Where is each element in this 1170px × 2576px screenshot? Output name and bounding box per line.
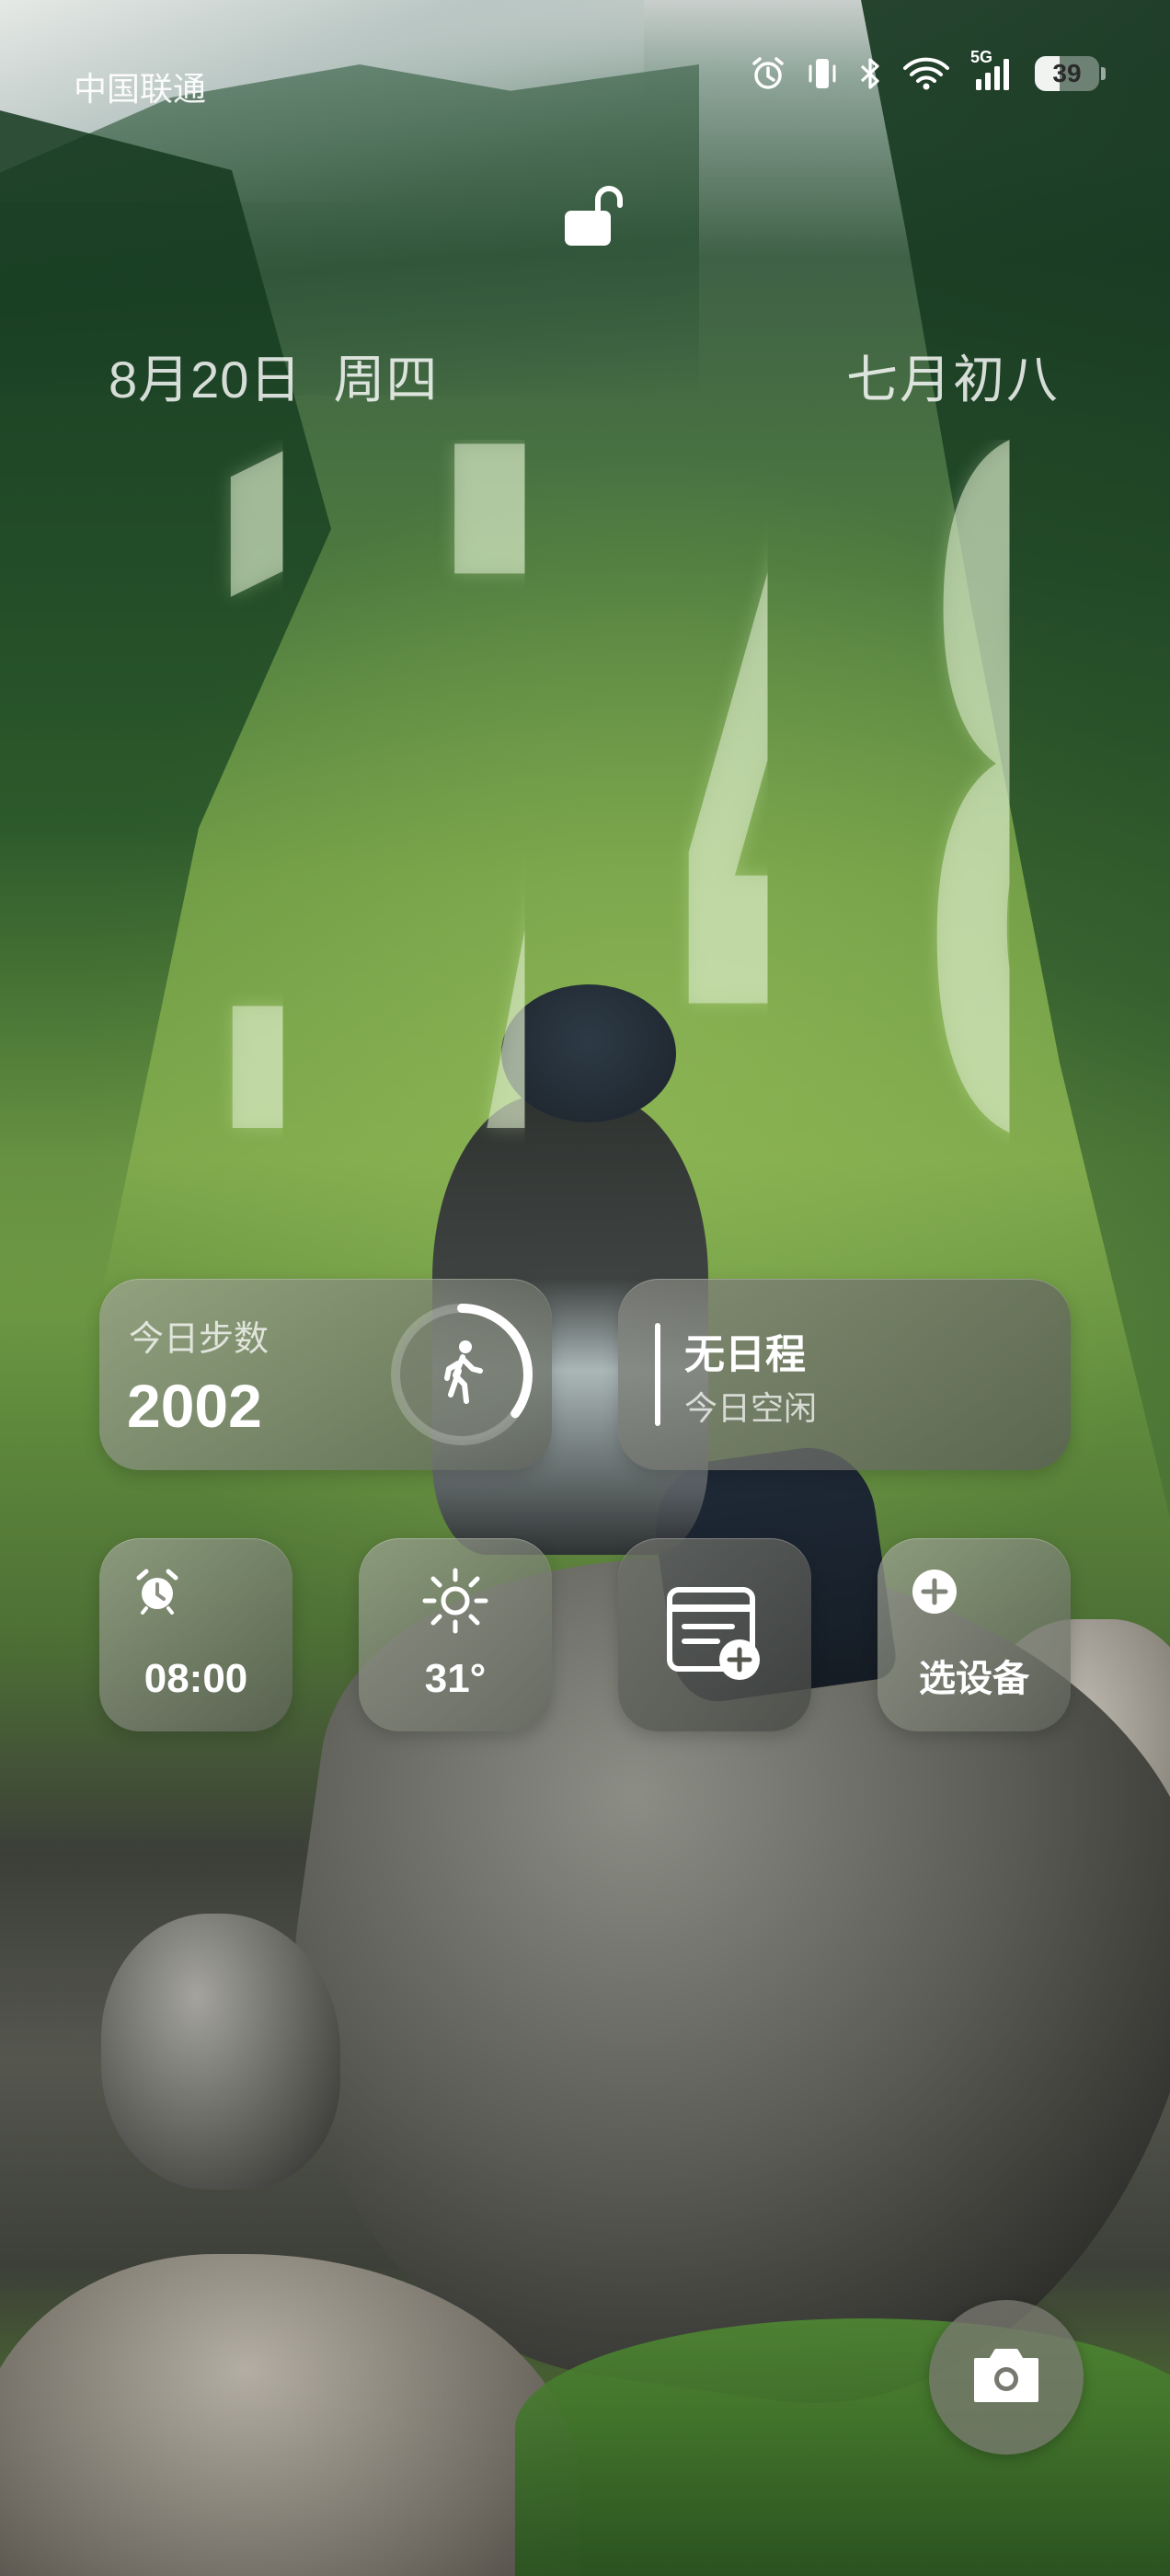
weather-widget[interactable]: 31°: [359, 1538, 552, 1731]
status-icons: 5G 39: [750, 48, 1106, 92]
agenda-title: 无日程: [684, 1332, 806, 1377]
calendar-add-widget[interactable]: [618, 1538, 811, 1731]
clock-minute-ones: 8: [912, 440, 1009, 1194]
date-display: 8月20日 周四: [109, 339, 438, 413]
clock-hour-ones: 7: [429, 440, 525, 1194]
steps-value: 2002: [127, 1372, 262, 1440]
bluetooth-icon: [858, 55, 882, 92]
alarm-icon: [750, 55, 786, 92]
agenda-accent-bar: [655, 1323, 660, 1426]
wifi-icon: [902, 55, 950, 92]
status-bar: 中国联通 5G 39: [0, 0, 1170, 166]
steps-progress-ring: [386, 1299, 537, 1455]
plus-icon: [911, 1568, 958, 1620]
vibrate-icon: [807, 55, 838, 92]
weather-temperature: 31°: [424, 1656, 487, 1701]
select-device-label: 选设备: [919, 1659, 1029, 1699]
battery-body: 39: [1035, 56, 1099, 91]
battery-percentage: 39: [1052, 59, 1082, 87]
carrier-name: 中国联通: [74, 70, 207, 108]
network-type: 5G: [970, 48, 993, 66]
date-text: 8月20日: [109, 351, 303, 408]
steps-widget[interactable]: 今日步数 2002: [99, 1279, 552, 1470]
lunar-date: 七月初八: [846, 351, 1060, 408]
camera-shortcut-button[interactable]: [929, 2300, 1084, 2455]
signal-icon: 5G: [970, 48, 1015, 92]
wallpaper-rock-left: [101, 1914, 340, 2190]
clock-hour-tens: 1: [187, 440, 283, 1194]
camera-icon: [970, 2345, 1042, 2410]
select-device-widget[interactable]: 选设备: [878, 1538, 1071, 1731]
lockscreen-clock: 1 7 4 8: [120, 440, 1076, 1194]
alarm-time: 08:00: [143, 1656, 248, 1701]
battery-cap: [1101, 67, 1106, 80]
calendar-add-icon: [664, 1584, 765, 1690]
agenda-subtitle: 今日空闲: [684, 1389, 818, 1427]
alarm-clock-icon: [132, 1566, 182, 1620]
weekday-text: 周四: [333, 351, 439, 408]
alarm-widget[interactable]: 08:00: [99, 1538, 292, 1731]
unlock-icon: [557, 179, 631, 258]
steps-label: 今日步数: [129, 1320, 270, 1359]
sun-icon: [420, 1566, 490, 1640]
clock-minute-tens: 4: [671, 440, 767, 1194]
battery-icon: 39: [1035, 56, 1106, 91]
agenda-widget[interactable]: 无日程 今日空闲: [618, 1279, 1071, 1470]
